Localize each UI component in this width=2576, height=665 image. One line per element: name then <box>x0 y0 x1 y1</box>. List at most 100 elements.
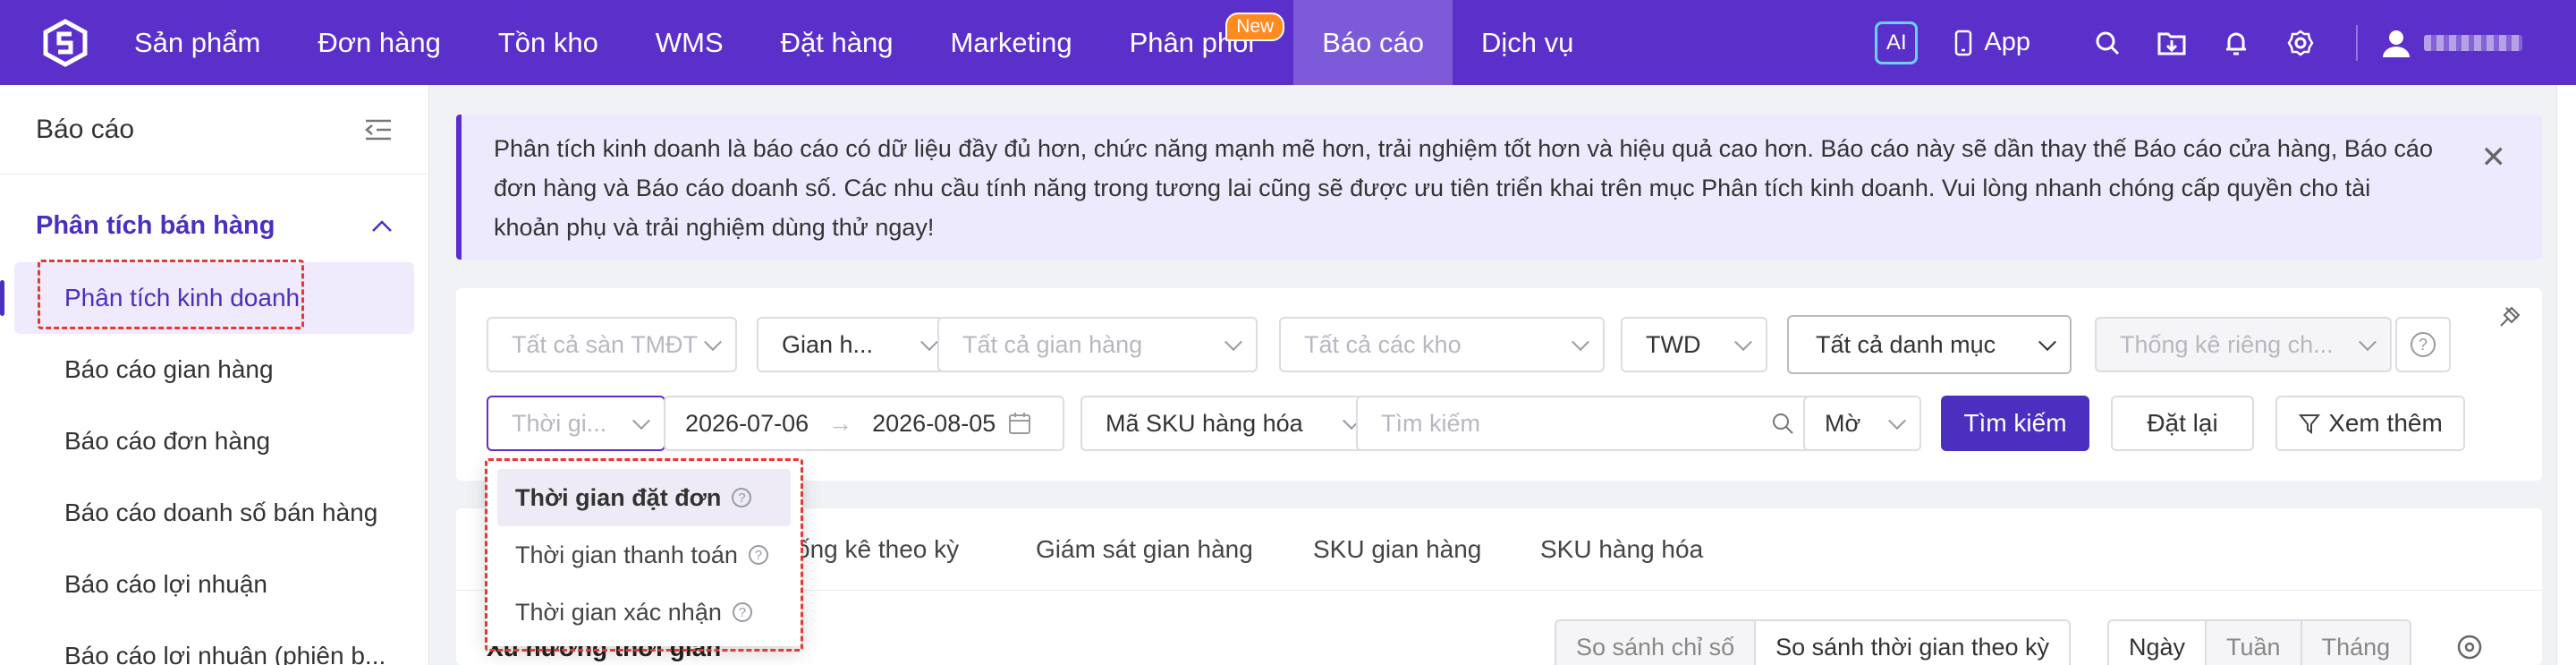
store-placeholder: Tất cả gian hàng <box>962 330 1143 358</box>
reset-button-label: Đặt lại <box>2147 409 2218 437</box>
search-icon[interactable] <box>2091 27 2123 59</box>
highlight-box-sidebar <box>38 260 304 329</box>
match-mode-value: Mờ <box>1825 409 1861 437</box>
time-type-select[interactable]: Thời gi... <box>487 396 665 451</box>
match-mode-select[interactable]: Mờ <box>1803 396 1921 451</box>
user-avatar-icon <box>2383 30 2410 57</box>
chevron-down-icon <box>1224 333 1242 352</box>
filter-funnel-icon <box>2299 414 2321 434</box>
sidebar-item-label: Báo cáo gian hàng <box>64 355 274 383</box>
tab-product-sku[interactable]: SKU hàng hóa <box>1540 535 1703 564</box>
store-type-value: Gian h... <box>782 330 874 358</box>
collapse-sidebar-icon[interactable] <box>364 117 393 142</box>
chart-settings-icon[interactable] <box>2454 632 2485 662</box>
nav-item-wms[interactable]: WMS <box>627 0 752 85</box>
close-icon[interactable]: ✕ <box>2481 138 2507 177</box>
main-nav: Sản phẩm Đơn hàng Tồn kho WMS Đặt hàng M… <box>106 0 1602 85</box>
sku-type-value: Mã SKU hàng hóa <box>1106 409 1303 437</box>
category-value: Tất cả danh mục <box>1816 330 1996 358</box>
mobile-app-button[interactable]: App <box>1953 28 2030 57</box>
search-icon <box>1773 413 1793 434</box>
separate-stat-placeholder: Thống kê riêng ch... <box>2120 330 2334 358</box>
nav-item-marketing[interactable]: Marketing <box>921 0 1100 85</box>
granularity-month[interactable]: Tháng <box>2300 619 2412 665</box>
app-logo-icon[interactable] <box>34 0 97 85</box>
category-select[interactable]: Tất cả danh mục <box>1787 315 2072 374</box>
sidebar-item-store-report[interactable]: Báo cáo gian hàng <box>0 334 428 405</box>
nav-item-distribution[interactable]: Phân phối New <box>1101 0 1294 85</box>
question-icon: ? <box>2411 332 2436 357</box>
filter-panel: Tất cả sàn TMĐT Gian h... Tất cả gian hà… <box>456 288 2542 481</box>
sidebar-item-label: Báo cáo lợi nhuận (phiên b... <box>64 642 386 665</box>
tab-period-stats[interactable]: ống kê theo kỳ <box>796 535 959 564</box>
currency-select[interactable]: TWD <box>1621 317 1767 372</box>
granularity-week[interactable]: Tuần <box>2205 619 2302 665</box>
sidebar-item-order-report[interactable]: Báo cáo đơn hàng <box>0 405 428 477</box>
download-folder-icon[interactable] <box>2156 27 2188 59</box>
nav-item-products[interactable]: Sản phẩm <box>106 0 289 85</box>
highlight-box-dropdown <box>485 458 803 652</box>
ai-assistant-button[interactable]: AI <box>1875 21 1919 64</box>
compare-metrics-option[interactable]: So sánh chỉ số <box>1555 619 1757 665</box>
banner-text: Phân tích kinh doanh là báo cáo có dữ li… <box>494 135 2433 241</box>
time-type-placeholder: Thời gi... <box>512 409 607 437</box>
user-menu[interactable] <box>2381 28 2522 58</box>
pin-icon[interactable] <box>2497 304 2522 329</box>
info-banner: Phân tích kinh doanh là báo cáo có dữ li… <box>456 115 2542 260</box>
sidebar: Báo cáo Phân tích bán hàng Phân tích kin… <box>0 85 429 665</box>
granularity-toggle: Ngày Tuần Tháng <box>2107 619 2412 665</box>
date-start: 2026-07-06 <box>685 409 809 437</box>
sku-type-select[interactable]: Mã SKU hàng hóa <box>1080 396 1376 451</box>
bell-icon[interactable] <box>2220 27 2252 59</box>
date-range-picker[interactable]: 2026-07-06 → 2026-08-05 <box>664 396 1064 451</box>
sidebar-item-label: Báo cáo doanh số bán hàng <box>64 499 378 526</box>
search-button-label: Tìm kiếm <box>1963 409 2067 437</box>
sidebar-title: Báo cáo <box>36 114 135 144</box>
sidebar-group-label: Phân tích bán hàng <box>36 210 275 240</box>
granularity-day[interactable]: Ngày <box>2107 619 2207 665</box>
calendar-icon <box>1009 413 1031 434</box>
date-arrow-icon: → <box>828 409 853 437</box>
warehouse-select[interactable]: Tất cả các kho <box>1279 317 1605 372</box>
settings-gear-icon[interactable] <box>2284 27 2317 59</box>
platform-select[interactable]: Tất cả sàn TMĐT <box>487 317 737 372</box>
nav-label: Tồn kho <box>497 26 598 58</box>
chevron-down-icon <box>1888 412 1906 431</box>
tab-store-monitoring[interactable]: Giám sát gian hàng <box>1036 535 1253 564</box>
sidebar-item-profit-report-version[interactable]: Báo cáo lợi nhuận (phiên b... <box>0 620 428 665</box>
nav-label: Đơn hàng <box>318 26 441 58</box>
compare-period-option[interactable]: So sánh thời gian theo kỳ <box>1754 619 2072 665</box>
sidebar-item-sales-report[interactable]: Báo cáo doanh số bán hàng <box>0 477 428 549</box>
separate-stat-select[interactable]: Thống kê riêng ch... <box>2095 317 2392 372</box>
nav-label: Sản phẩm <box>134 26 261 58</box>
compare-mode-toggle: So sánh chỉ số So sánh thời gian theo kỳ <box>1555 619 2072 665</box>
more-filters-button[interactable]: Xem thêm <box>2275 396 2465 451</box>
store-select[interactable]: Tất cả gian hàng <box>937 317 1258 372</box>
search-button[interactable]: Tìm kiếm <box>1941 396 2089 451</box>
user-name-redacted <box>2424 34 2522 51</box>
chevron-down-icon <box>2359 333 2377 352</box>
nav-item-services[interactable]: Dịch vụ <box>1453 0 1602 85</box>
search-input[interactable]: Tìm kiếm <box>1356 396 1814 451</box>
nav-item-reports[interactable]: Báo cáo <box>1293 0 1453 85</box>
sidebar-item-profit-report[interactable]: Báo cáo lợi nhuận <box>0 549 428 620</box>
chevron-down-icon <box>704 333 722 352</box>
reset-button[interactable]: Đặt lại <box>2111 396 2254 451</box>
stat-help-button[interactable]: ? <box>2395 317 2451 372</box>
tab-store-sku[interactable]: SKU gian hàng <box>1313 535 1481 564</box>
app-label: App <box>1984 28 2030 56</box>
chevron-up-icon <box>372 220 392 232</box>
nav-label: Đặt hàng <box>780 26 894 58</box>
currency-value: TWD <box>1646 330 1701 358</box>
page-scrollbar[interactable] <box>2556 85 2576 665</box>
date-end: 2026-08-05 <box>872 409 996 437</box>
nav-label: Dịch vụ <box>1480 26 1574 58</box>
nav-item-purchasing[interactable]: Đặt hàng <box>752 0 922 85</box>
chevron-down-icon <box>1572 333 1589 352</box>
store-type-select[interactable]: Gian h... <box>757 317 953 372</box>
sidebar-item-label: Báo cáo lợi nhuận <box>64 570 267 598</box>
new-badge: New <box>1225 13 1285 41</box>
sidebar-group-sales-analysis[interactable]: Phân tích bán hàng <box>0 189 428 262</box>
nav-item-inventory[interactable]: Tồn kho <box>470 0 627 85</box>
nav-item-orders[interactable]: Đơn hàng <box>289 0 470 85</box>
